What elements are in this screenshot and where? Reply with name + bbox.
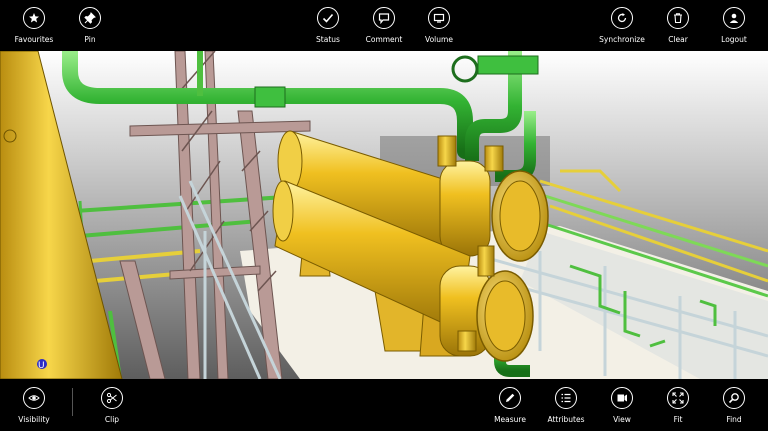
fit-icon [667,387,689,409]
pin-button[interactable]: Pin [58,7,122,44]
volume-button[interactable]: Volume [407,7,471,44]
find-button[interactable]: Find [702,387,766,424]
favourites-button[interactable]: Favourites [2,7,66,44]
scissors-icon [101,387,123,409]
attributes-button[interactable]: Attributes [534,387,598,424]
pin-label: Pin [84,35,96,44]
clip-label: Clip [104,415,120,424]
bottom-app-bar: Visibility Clip Measure Attributes View … [0,379,768,431]
search-icon [723,387,745,409]
clear-button[interactable]: Clear [646,7,710,44]
synchronize-button[interactable]: Synchronize [590,7,654,44]
fit-label: Fit [673,415,683,424]
command-separator [72,388,73,416]
logout-button[interactable]: Logout [702,7,766,44]
3d-viewport[interactable]: U [0,51,768,379]
sync-icon [611,7,633,29]
eye-icon [23,387,45,409]
pencil-icon [499,387,521,409]
volume-label: Volume [425,35,453,44]
navigation-cube-label: U [38,361,45,371]
clip-button[interactable]: Clip [80,387,144,424]
volume-icon [428,7,450,29]
measure-button[interactable]: Measure [478,387,542,424]
plant-model-render[interactable]: U [0,51,768,379]
trash-icon [667,7,689,29]
logout-label: Logout [721,35,747,44]
find-label: Find [726,415,742,424]
view-label: View [613,415,631,424]
check-icon [317,7,339,29]
status-button[interactable]: Status [296,7,360,44]
user-icon [723,7,745,29]
view-button[interactable]: View [590,387,654,424]
synchronize-label: Synchronize [599,35,645,44]
pin-icon [79,7,101,29]
status-label: Status [316,35,340,44]
clear-label: Clear [668,35,688,44]
visibility-button[interactable]: Visibility [2,387,66,424]
view-icon [611,387,633,409]
list-icon [555,387,577,409]
measure-label: Measure [494,415,526,424]
star-icon [23,7,45,29]
favourites-label: Favourites [14,35,54,44]
comment-icon [373,7,395,29]
visibility-label: Visibility [18,415,50,424]
fit-button[interactable]: Fit [646,387,710,424]
top-app-bar: Favourites Pin Status Comment Volume Syn… [0,0,768,51]
attributes-label: Attributes [547,415,585,424]
